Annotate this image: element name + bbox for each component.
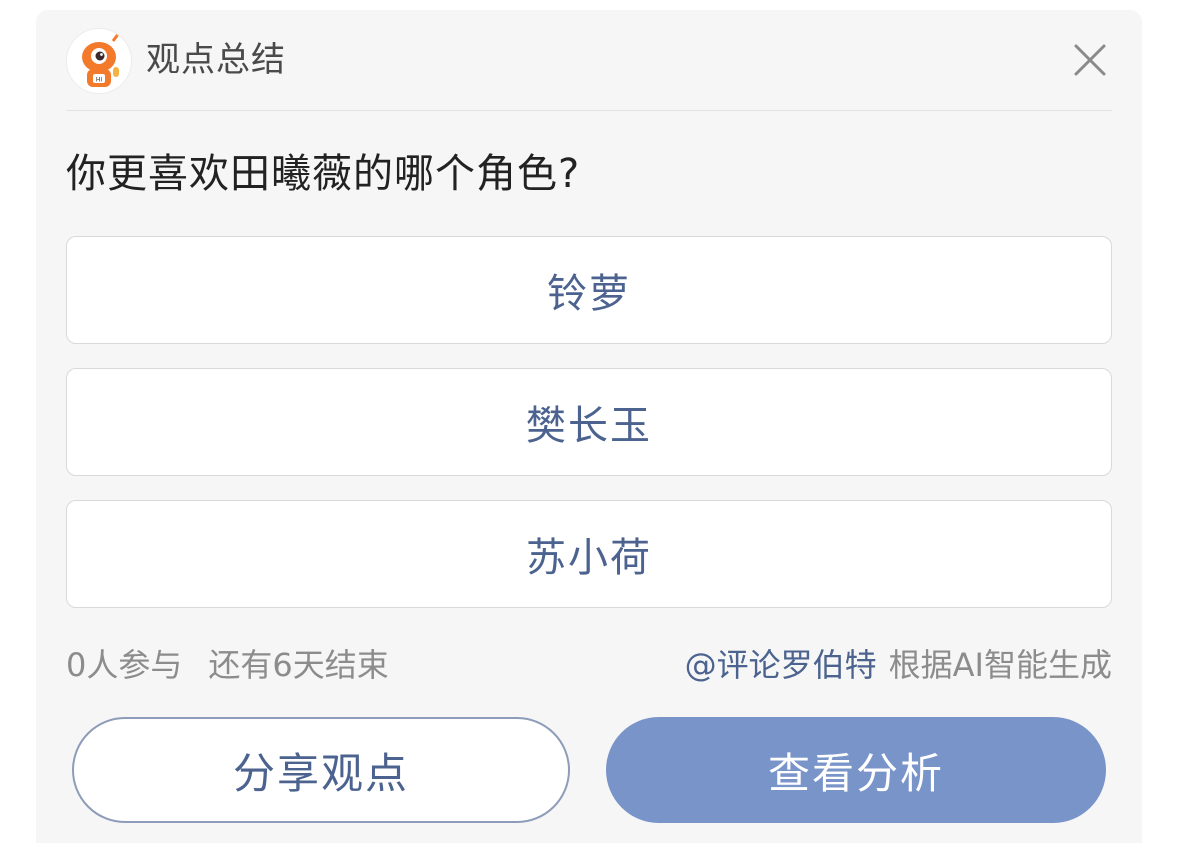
share-opinion-button[interactable]: 分享观点 bbox=[72, 717, 570, 823]
participant-count: 0人参与 bbox=[66, 646, 183, 684]
close-icon[interactable] bbox=[1068, 38, 1112, 82]
time-remaining: 还有6天结束 bbox=[208, 646, 389, 684]
poll-option-2[interactable]: 樊长玉 bbox=[66, 368, 1112, 476]
poll-stats: 0人参与 还有6天结束 bbox=[66, 640, 389, 690]
ai-generated-note: 根据AI智能生成 bbox=[888, 646, 1112, 684]
poll-meta: 0人参与 还有6天结束 @评论罗伯特 根据AI智能生成 bbox=[66, 640, 1112, 690]
poll-option-1[interactable]: 铃萝 bbox=[66, 236, 1112, 344]
card-header: HI 观点总结 bbox=[66, 28, 1112, 111]
poll-option-3[interactable]: 苏小荷 bbox=[66, 500, 1112, 608]
robot-mascot-icon: HI bbox=[66, 28, 132, 94]
mention-link[interactable]: @评论罗伯特 bbox=[685, 646, 877, 684]
poll-question: 你更喜欢田曦薇的哪个角色? bbox=[66, 151, 581, 197]
attribution: @评论罗伯特 根据AI智能生成 bbox=[685, 640, 1112, 690]
view-analysis-button[interactable]: 查看分析 bbox=[606, 717, 1106, 823]
header-title: 观点总结 bbox=[146, 40, 286, 80]
poll-summary-card: HI 观点总结 你更喜欢田曦薇的哪个角色? 铃萝 樊长玉 苏小荷 0人参与 还有6… bbox=[36, 10, 1142, 843]
svg-text:HI: HI bbox=[96, 77, 103, 84]
